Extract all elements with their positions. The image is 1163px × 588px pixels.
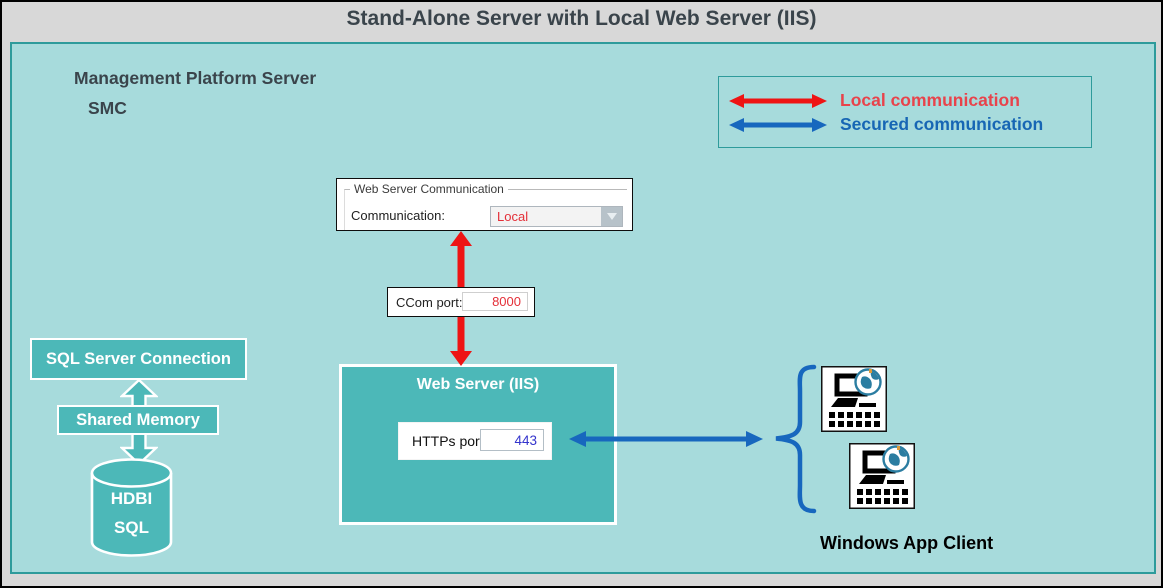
windows-app-client-label: Windows App Client bbox=[820, 533, 993, 554]
shared-memory-label: Shared Memory bbox=[76, 411, 200, 430]
sql-server-connection-box: SQL Server Connection bbox=[30, 338, 247, 380]
platform-subtitle: SMC bbox=[88, 98, 127, 119]
https-port-label: HTTPs port: bbox=[412, 433, 487, 449]
sql-server-connection-label: SQL Server Connection bbox=[46, 350, 231, 369]
database-label-line1: HDBI bbox=[90, 489, 173, 509]
groupbox-label: Web Server Communication bbox=[350, 182, 508, 196]
dropdown-button[interactable] bbox=[601, 207, 622, 226]
legend-local-label: Local communication bbox=[840, 90, 1020, 111]
shared-memory-box: Shared Memory bbox=[57, 405, 219, 435]
web-comm-panel: Web Server Communication Communication: … bbox=[336, 178, 633, 231]
diagram-stage: Stand-Alone Server with Local Web Server… bbox=[0, 0, 1163, 588]
desktop-globe-icon bbox=[849, 443, 915, 509]
secured-communication-arrow bbox=[569, 431, 763, 447]
clients-brace bbox=[770, 364, 818, 514]
database-label-line2: SQL bbox=[90, 518, 173, 538]
page-title: Stand-Alone Server with Local Web Server… bbox=[2, 7, 1161, 31]
platform-title: Management Platform Server bbox=[74, 68, 316, 89]
red-double-arrow-icon bbox=[729, 94, 827, 108]
communication-label: Communication: bbox=[351, 208, 445, 223]
https-port-input[interactable] bbox=[480, 429, 544, 451]
ccom-port-label: CCom port: bbox=[396, 295, 462, 310]
ccom-port-box: CCom port: bbox=[387, 287, 535, 317]
blue-double-arrow-icon bbox=[729, 118, 827, 132]
ccom-port-input[interactable] bbox=[462, 292, 528, 311]
legend-secured-label: Secured communication bbox=[840, 114, 1043, 135]
communication-dropdown[interactable]: Local bbox=[490, 206, 623, 227]
communication-dropdown-value: Local bbox=[491, 209, 601, 224]
legend-box bbox=[718, 76, 1092, 148]
web-server-iis-title: Web Server (IIS) bbox=[342, 376, 614, 394]
https-port-box: HTTPs port: bbox=[398, 422, 552, 460]
chevron-down-icon bbox=[607, 213, 617, 220]
desktop-globe-icon bbox=[821, 366, 887, 432]
